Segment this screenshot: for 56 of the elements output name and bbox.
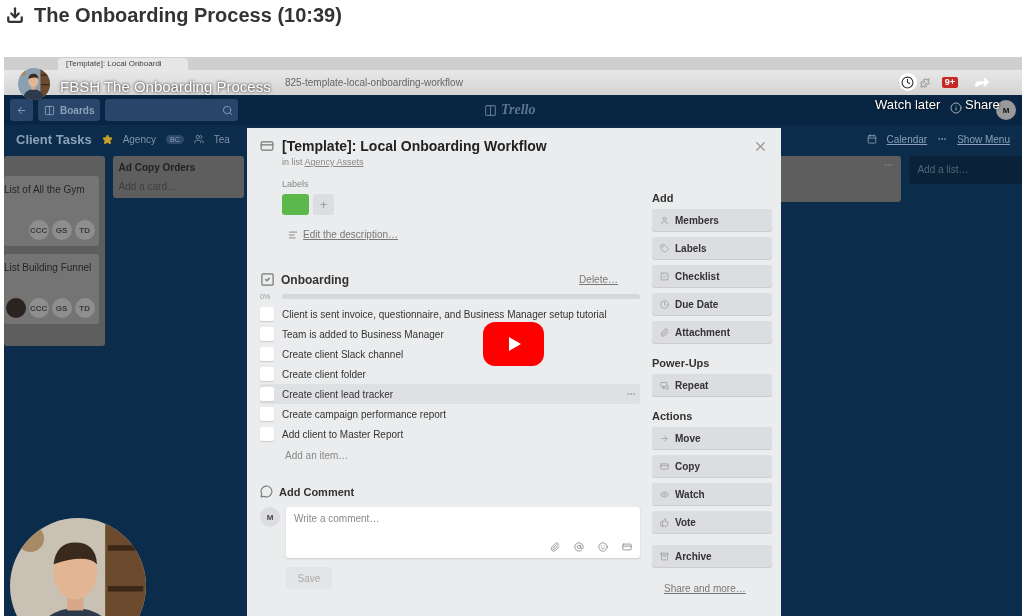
highlighted-row[interactable]: Create client lead tracker [260, 384, 640, 404]
boards-button[interactable]: Boards [38, 99, 101, 121]
member-avatar: CCC [28, 220, 49, 240]
browser-tab[interactable]: [Template]: Local Onboardi [58, 58, 188, 70]
comment-input[interactable]: Write a comment… [294, 513, 632, 524]
checklist-item: Client is sent invoice, questionnaire, and Business Manager setup tutorial [282, 308, 608, 320]
board-name: Client Tasks [16, 131, 92, 147]
sidebar-heading: Power-Ups [652, 357, 711, 369]
card-title: List Building Funnel [4, 262, 93, 273]
list-info: in list Agency Assets [281, 157, 365, 167]
checklist-item: Team is added to Business Manager [282, 328, 445, 340]
team-name[interactable]: Agency [122, 133, 156, 145]
board-card[interactable]: List Building Funnel CCC GS TD [4, 254, 99, 324]
app-logo: Trello [484, 102, 536, 118]
user-avatar: M [260, 507, 280, 527]
member-avatar: GS [51, 220, 72, 240]
notification-badge: 9+ [941, 77, 958, 88]
checklist-item: Create campaign performance report [282, 408, 447, 420]
show-menu-link[interactable]: Show Menu [957, 133, 1010, 145]
sidebar-button[interactable]: Attachment [652, 321, 772, 343]
sidebar-heading: Add [652, 192, 675, 204]
sidebar-heading: Actions [652, 410, 694, 422]
checklist-title: Onboarding [281, 272, 350, 287]
calendar-link[interactable]: Calendar [886, 133, 928, 145]
checklist-item: Create client folder [282, 368, 367, 380]
page-title: The Onboarding Process (10:39) [34, 3, 342, 27]
checklist-item: Add client to Master Report [282, 428, 405, 440]
sidebar-button[interactable]: Members [652, 209, 772, 231]
share-link[interactable]: Share and more… [664, 583, 772, 594]
sidebar-button[interactable]: Copy [652, 455, 772, 477]
sidebar-button[interactable]: Watch [652, 483, 772, 505]
checklist-item: Create client Slack channel [282, 348, 405, 360]
edit-description-link[interactable]: Edit the description… [288, 229, 640, 240]
checklist-item: Create client lead tracker [282, 388, 395, 400]
list-title: Ad Copy Orders [118, 162, 197, 173]
member-avatar: TD [74, 220, 95, 240]
sidebar-button[interactable]: Archive [652, 545, 772, 567]
watch-later-button[interactable]: Watch later [875, 73, 941, 112]
visibility-label[interactable]: Tea [213, 133, 230, 145]
labels-heading: Labels [282, 179, 310, 189]
sidebar-button[interactable]: Due Date [652, 293, 772, 315]
member-avatar: GS [51, 298, 72, 318]
video-title[interactable]: FBSH The Onboarding Process [60, 78, 271, 95]
address-bar-url: 825-template-local-onboarding-workflow [285, 77, 464, 88]
member-avatar: CCC [28, 298, 49, 318]
sidebar-button[interactable]: Vote [652, 511, 772, 533]
card-title: List of All the Gym [4, 184, 86, 195]
board-card[interactable]: List of All the Gym CCC GS TD [4, 176, 99, 246]
sidebar-button[interactable]: Repeat [652, 374, 772, 396]
sidebar-button[interactable]: Checklist [652, 265, 772, 287]
sidebar-button[interactable]: Move [652, 427, 772, 449]
delete-link[interactable]: Delete… [579, 274, 618, 285]
member-avatar: TD [74, 298, 95, 318]
comment-heading: Add Comment [279, 485, 355, 498]
card-title: [Template]: Local Onboarding Workflow [282, 138, 548, 154]
sidebar-button[interactable]: Labels [652, 237, 772, 259]
